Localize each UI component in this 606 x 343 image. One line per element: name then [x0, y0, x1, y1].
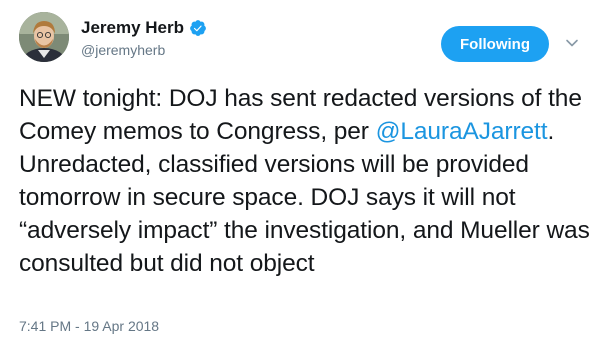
verified-badge-icon — [190, 20, 206, 36]
chevron-down-icon[interactable] — [565, 36, 579, 50]
tweet-card: Jeremy Herb @jeremyherb Following NEW to… — [0, 0, 606, 343]
author-display-name[interactable]: Jeremy Herb — [81, 18, 184, 38]
tweet-timestamp[interactable]: 7:41 PM - 19 Apr 2018 — [19, 318, 159, 334]
author-name-row: Jeremy Herb — [81, 17, 207, 39]
following-button[interactable]: Following — [441, 26, 549, 62]
profile-photo-icon — [19, 12, 69, 62]
tweet-text: NEW tonight: DOJ has sent redacted versi… — [19, 82, 594, 280]
avatar[interactable] — [19, 12, 69, 62]
mention-link[interactable]: @LauraAJarrett — [376, 118, 548, 145]
author-handle[interactable]: @jeremyherb — [81, 42, 165, 58]
